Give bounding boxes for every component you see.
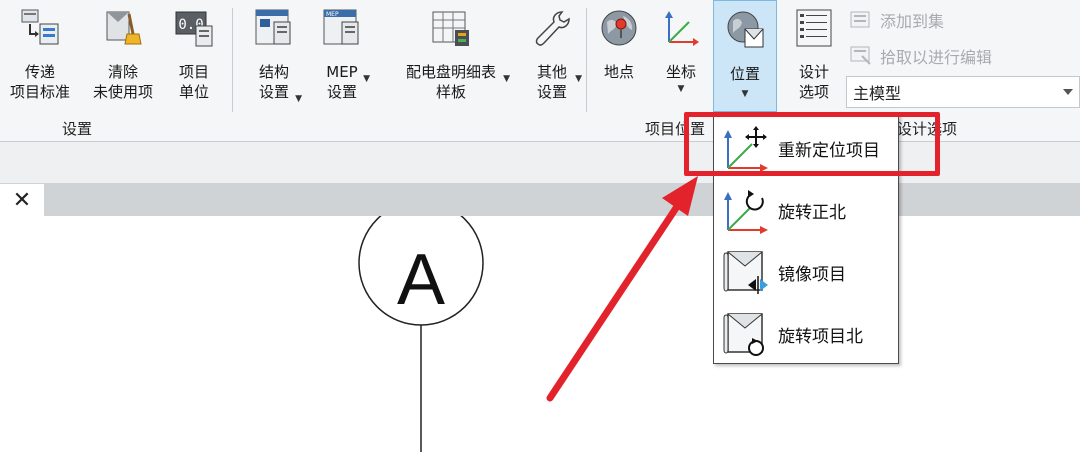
rotate-true-north-label: 旋转正北	[778, 202, 846, 223]
relocate-project-icon	[724, 126, 768, 172]
menu-item-rotate-true-north[interactable]: 旋转正北	[714, 179, 898, 241]
transfer-project-standards-button[interactable]: 传递 项目标准	[2, 8, 78, 102]
panel-label-1: 配电盘明细表	[405, 63, 496, 81]
site-label: 地点	[603, 63, 634, 81]
transfer-label-2: 项目标准	[9, 83, 70, 101]
units-label-1: 项目	[178, 63, 209, 81]
mirror-project-icon	[723, 251, 768, 294]
position-dropdown-caret: ▼	[741, 89, 749, 99]
add-to-set-icon	[850, 11, 870, 28]
structural-settings-icon	[255, 9, 291, 45]
group-label-project-location: 项目位置	[645, 120, 706, 138]
mep-label-2: 设置	[326, 83, 357, 101]
mep-label-1: MEP	[326, 63, 358, 81]
design-options-label-2: 选项	[798, 83, 829, 101]
panel-label-2: 样板	[435, 83, 466, 101]
design-options-button[interactable]: 设计 选项	[786, 8, 842, 102]
ribbon-separator	[586, 8, 587, 112]
mirror-project-label: 镜像项目	[778, 264, 846, 285]
mep-settings-icon: MEP	[323, 9, 359, 45]
position-button[interactable]: 位置 ▼	[713, 0, 777, 112]
mep-settings-button[interactable]: MEP MEP 设置 ▼	[312, 8, 372, 102]
panel-schedule-templates-button[interactable]: 配电盘明细表 样板 ▼	[390, 8, 512, 102]
purge-label-2: 未使用项	[92, 83, 153, 101]
purge-label-1: 清除	[107, 63, 138, 81]
coordinates-icon	[665, 11, 699, 46]
design-option-value: 主模型	[853, 84, 902, 103]
rotate-project-north-label: 旋转项目北	[778, 326, 863, 347]
design-options-icon	[796, 9, 832, 47]
design-options-label-1: 设计	[798, 63, 829, 81]
chevron-down-icon	[1063, 89, 1073, 95]
mep-dropdown-caret: ▼	[363, 74, 370, 84]
wrench-icon	[535, 11, 570, 46]
units-label-2: 单位	[178, 83, 209, 101]
purge-icon	[106, 11, 142, 45]
close-view-button[interactable]: ✕	[0, 184, 44, 216]
coordinates-dropdown-caret: ▼	[677, 84, 685, 94]
globe-pin-icon	[601, 10, 637, 46]
other-label-2: 设置	[536, 83, 567, 101]
relocate-project-label: 重新定位项目	[778, 140, 880, 161]
pick-to-edit-icon	[850, 46, 871, 65]
add-to-set-button[interactable]: 添加到集	[850, 8, 944, 32]
menu-item-relocate-project[interactable]: 重新定位项目	[714, 117, 898, 179]
structural-settings-button[interactable]: 结构 设置 ▼	[244, 8, 304, 104]
svg-text:MEP: MEP	[326, 11, 339, 18]
rotate-true-north-icon	[724, 190, 768, 234]
coordinates-label: 坐标	[665, 63, 696, 81]
menu-item-rotate-project-north[interactable]: 旋转项目北	[714, 303, 898, 365]
position-label: 位置	[729, 65, 760, 83]
units-icon: 0.0	[175, 11, 213, 47]
other-dropdown-caret: ▼	[575, 74, 582, 84]
ribbon-separator	[232, 8, 233, 112]
other-label-1: 其他	[536, 63, 567, 81]
location-button[interactable]: 地点	[592, 8, 646, 82]
design-option-select[interactable]: 主模型	[846, 76, 1080, 108]
purge-unused-button[interactable]: 清除 未使用项	[84, 8, 162, 102]
transfer-standards-icon	[21, 9, 59, 45]
project-units-button[interactable]: 0.0 项目 单位	[166, 8, 222, 102]
group-label-design-options: 设计选项	[897, 120, 958, 138]
grid-label: A	[397, 240, 445, 320]
globe-map-icon	[727, 11, 764, 48]
other-settings-button[interactable]: 其他 设置 ▼	[524, 8, 582, 102]
transfer-label-1: 传递	[24, 63, 55, 81]
group-label-settings: 设置	[62, 120, 93, 138]
position-dropdown-menu: 重新定位项目 旋转正北 镜像项目 旋转项目北	[713, 112, 899, 364]
coordinates-button[interactable]: 坐标 ▼	[654, 8, 708, 94]
panel-dropdown-caret: ▼	[503, 74, 510, 84]
add-to-set-label: 添加到集	[880, 12, 945, 31]
pick-to-edit-label: 拾取以进行编辑	[880, 48, 993, 67]
drawing-canvas[interactable]: A	[0, 216, 1080, 461]
menu-item-mirror-project[interactable]: 镜像项目	[714, 241, 898, 303]
close-icon: ✕	[12, 187, 32, 213]
options-bar	[0, 142, 1080, 184]
panel-schedule-icon	[432, 11, 469, 46]
structural-label-1: 结构	[258, 63, 289, 81]
view-tab-bar	[0, 184, 1080, 216]
rotate-project-north-icon	[723, 313, 764, 356]
pick-to-edit-button[interactable]: 拾取以进行编辑	[850, 44, 992, 68]
structural-dropdown-caret: ▼	[295, 94, 302, 104]
structural-label-2: 设置	[258, 83, 289, 101]
